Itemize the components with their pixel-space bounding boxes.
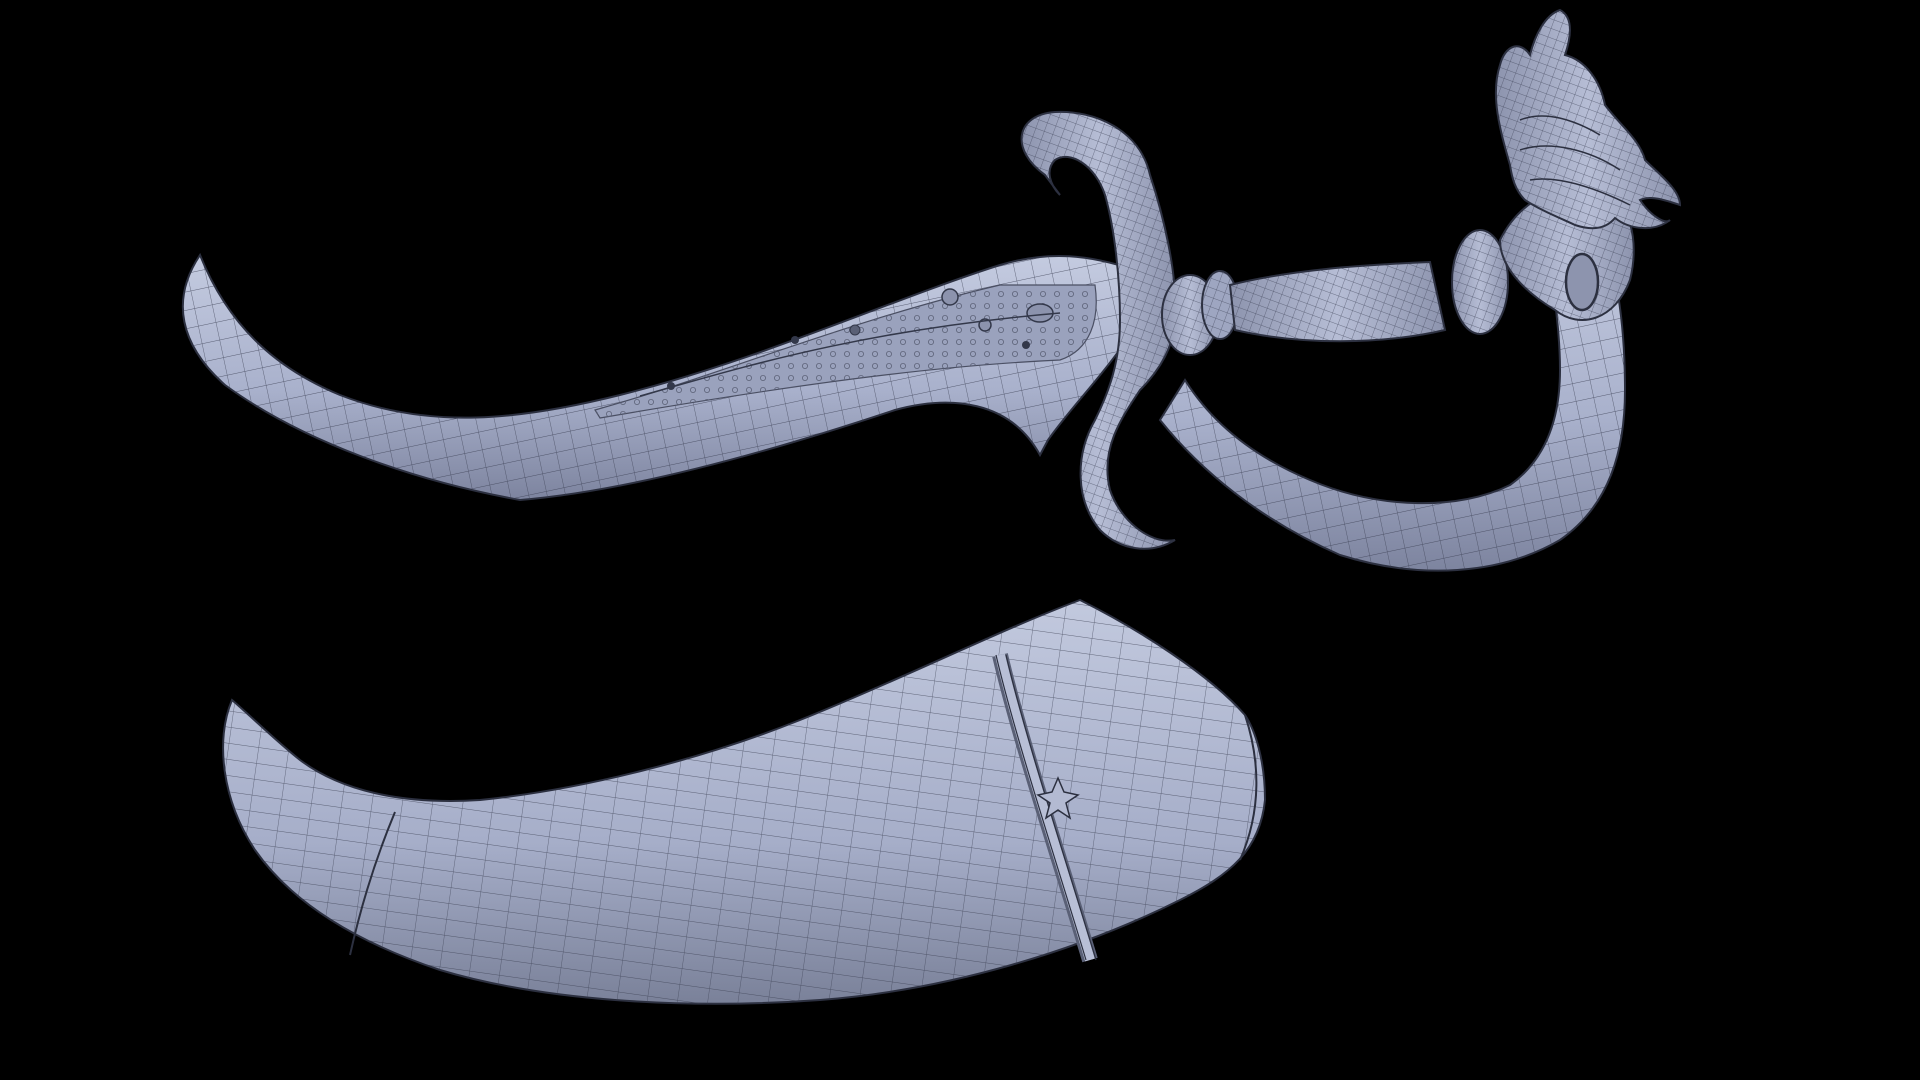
dagger-wireframe-model bbox=[181, 8, 1682, 572]
dagger-knuckle-guard bbox=[1158, 186, 1635, 572]
blade-ornament-dot bbox=[941, 288, 959, 306]
dagger-grip bbox=[1228, 229, 1509, 343]
pommel-inset bbox=[1564, 252, 1600, 312]
dagger-dragon-head bbox=[1494, 8, 1682, 230]
blade-ornament-dot bbox=[849, 324, 861, 336]
render-viewport bbox=[0, 0, 1920, 1080]
scabbard-wireframe-model bbox=[222, 598, 1267, 1005]
blade-ornament-dot bbox=[1026, 303, 1054, 323]
dagger-ferrule bbox=[1161, 270, 1239, 356]
blade-ornament-dot bbox=[791, 336, 799, 344]
dagger-blade bbox=[181, 252, 1152, 502]
scene-canvas bbox=[181, 8, 1682, 1005]
blade-ornament-dot bbox=[1022, 341, 1030, 349]
